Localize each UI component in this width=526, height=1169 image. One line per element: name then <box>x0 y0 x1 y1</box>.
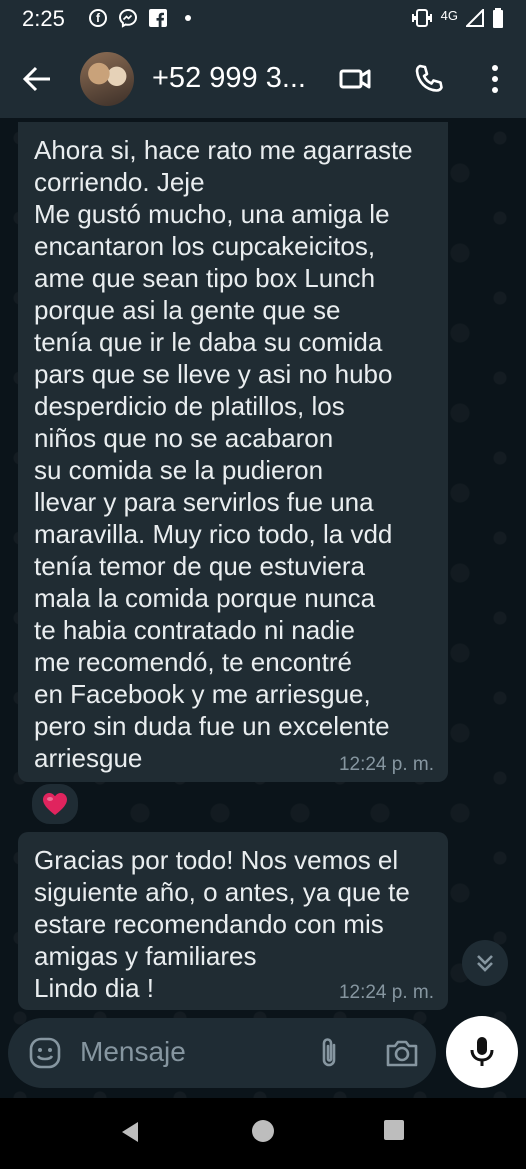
notification-icons: f <box>88 8 198 28</box>
emoji-icon[interactable] <box>28 1036 62 1070</box>
camera-icon[interactable] <box>384 1036 420 1070</box>
message-composer[interactable]: Mensaje <box>8 1018 436 1088</box>
status-bar: 2:25 f 4G <box>0 0 526 38</box>
nav-home-icon[interactable] <box>252 1120 274 1142</box>
scroll-to-bottom-button[interactable] <box>462 940 508 986</box>
contact-name[interactable]: +52 999 3... <box>152 62 306 95</box>
chat-header: +52 999 3... <box>0 38 526 120</box>
attachment-icon[interactable] <box>313 1036 345 1070</box>
heart-icon <box>43 793 67 815</box>
battery-icon <box>492 8 504 33</box>
message-text: Gracias por todo! Nos vemos el siguiente… <box>34 845 410 1003</box>
back-arrow-icon[interactable] <box>20 62 54 96</box>
network-type: 4G <box>440 8 458 23</box>
microphone-icon <box>470 1037 494 1066</box>
message-input[interactable]: Mensaje <box>80 1036 186 1068</box>
system-nav-bar <box>0 1098 526 1169</box>
phone-icon[interactable] <box>412 62 446 96</box>
voice-message-button[interactable] <box>446 1016 518 1088</box>
status-time: 2:25 <box>22 6 65 31</box>
more-icon[interactable] <box>478 62 512 96</box>
message-time: 12:24 p. m. <box>338 754 434 775</box>
message-time: 12:24 p. m. <box>338 982 434 1003</box>
message-bubble[interactable]: Gracias por todo! Nos vemos el siguiente… <box>18 832 448 1010</box>
video-call-icon[interactable] <box>338 62 372 96</box>
facebook-icon: f <box>88 8 108 28</box>
signal-icon <box>464 7 484 32</box>
double-chevron-down-icon <box>477 955 493 972</box>
avatar[interactable] <box>80 52 134 106</box>
facebook-square-icon <box>148 8 168 28</box>
notification-dot-icon <box>178 8 198 28</box>
message-text: Ahora si, hace rato me agarraste corrien… <box>34 135 413 773</box>
vibrate-icon <box>411 8 433 33</box>
nav-recents-icon[interactable] <box>384 1120 404 1140</box>
system-status-icons: 4G <box>411 7 504 33</box>
message-bubble[interactable]: Ahora si, hace rato me agarraste corrien… <box>18 122 448 782</box>
messenger-icon <box>118 8 138 28</box>
nav-back-icon[interactable] <box>118 1120 142 1144</box>
message-reaction[interactable] <box>30 782 80 826</box>
